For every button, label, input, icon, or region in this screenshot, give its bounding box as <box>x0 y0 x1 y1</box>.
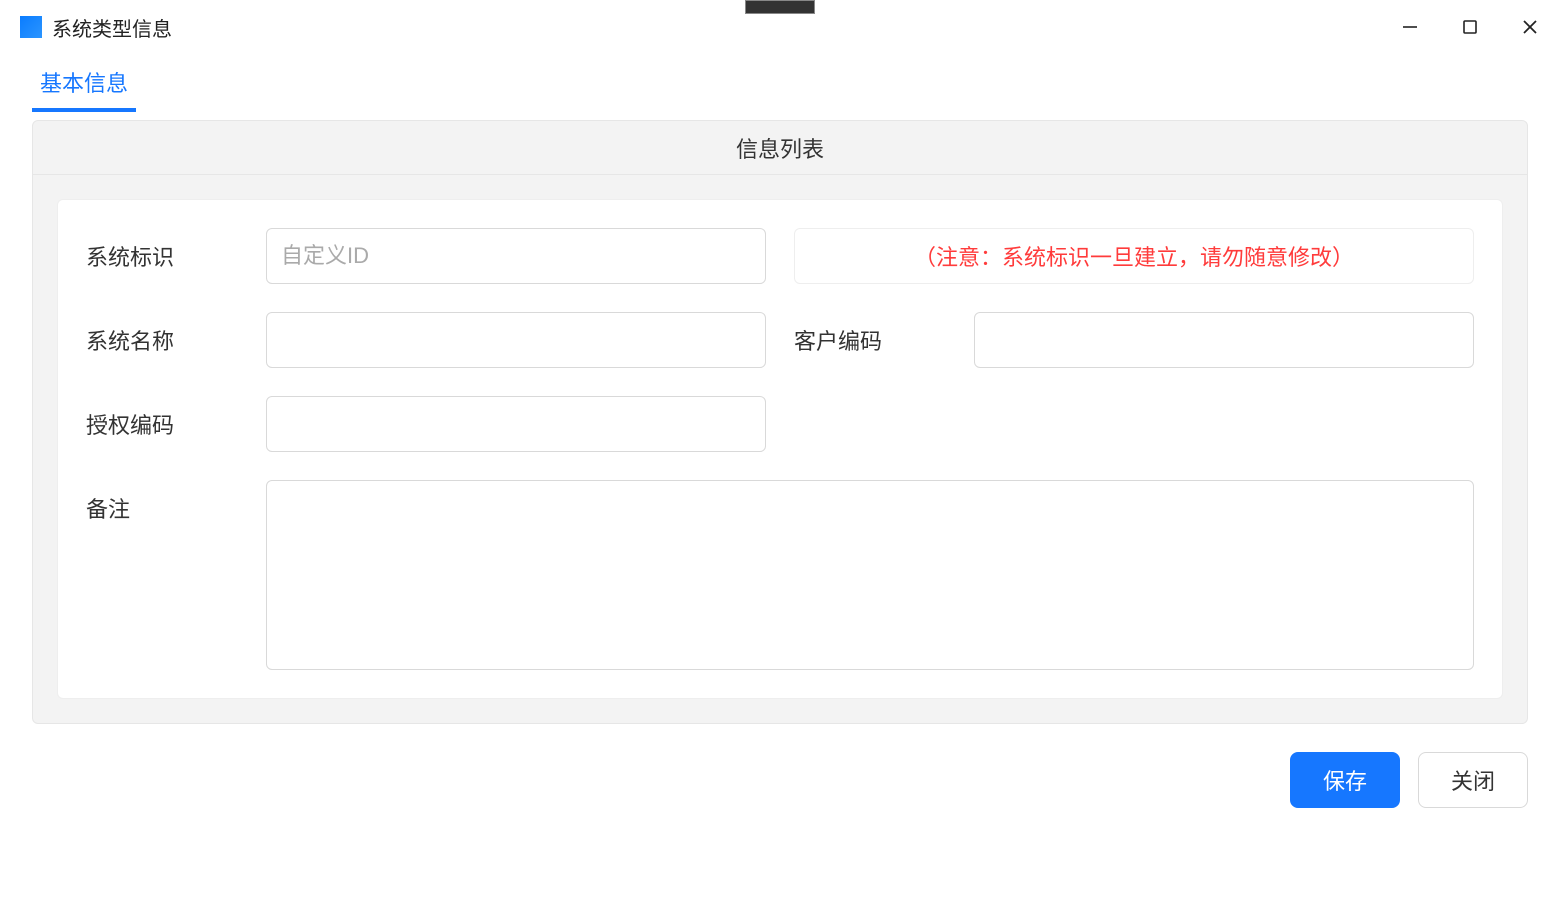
panel-body: 系统标识 （注意：系统标识一旦建立，请勿随意修改） 系统名称 客户编码 授权编码 <box>57 199 1503 699</box>
label-system-id: 系统标识 <box>86 240 266 272</box>
window-title: 系统类型信息 <box>52 13 172 42</box>
field-customer-code: 客户编码 <box>794 312 1474 368</box>
close-window-button[interactable] <box>1500 0 1560 54</box>
save-button[interactable]: 保存 <box>1290 752 1400 808</box>
titlebar[interactable]: 系统类型信息 <box>0 0 1560 54</box>
maximize-icon <box>1461 18 1479 36</box>
label-customer-code: 客户编码 <box>794 324 974 356</box>
top-handle <box>745 0 815 14</box>
field-auth-code: 授权编码 <box>86 396 766 452</box>
system-id-warning: （注意：系统标识一旦建立，请勿随意修改） <box>794 228 1474 284</box>
label-system-name: 系统名称 <box>86 324 266 356</box>
row-remark: 备注 <box>86 480 1474 670</box>
tab-basic-info[interactable]: 基本信息 <box>32 54 136 112</box>
window-controls <box>1380 0 1560 54</box>
info-panel: 信息列表 系统标识 （注意：系统标识一旦建立，请勿随意修改） 系统名称 客户编码… <box>32 120 1528 724</box>
panel-header: 信息列表 <box>33 121 1527 175</box>
input-auth-code[interactable] <box>266 396 766 452</box>
minimize-icon <box>1401 18 1419 36</box>
field-system-name: 系统名称 <box>86 312 766 368</box>
tabs: 基本信息 <box>0 54 1560 112</box>
input-system-id[interactable] <box>266 228 766 284</box>
close-button[interactable]: 关闭 <box>1418 752 1528 808</box>
input-customer-code[interactable] <box>974 312 1474 368</box>
close-icon <box>1521 18 1539 36</box>
minimize-button[interactable] <box>1380 0 1440 54</box>
app-icon <box>20 16 42 38</box>
input-system-name[interactable] <box>266 312 766 368</box>
row-system-id: 系统标识 （注意：系统标识一旦建立，请勿随意修改） <box>86 228 1474 284</box>
row-name-customer: 系统名称 客户编码 <box>86 312 1474 368</box>
row-auth-code: 授权编码 <box>86 396 1474 452</box>
label-auth-code: 授权编码 <box>86 408 266 440</box>
maximize-button[interactable] <box>1440 0 1500 54</box>
input-remark[interactable] <box>266 480 1474 670</box>
label-remark: 备注 <box>86 480 266 524</box>
field-system-id: 系统标识 <box>86 228 766 284</box>
field-remark: 备注 <box>86 480 1474 670</box>
footer-actions: 保存 关闭 <box>0 724 1560 808</box>
